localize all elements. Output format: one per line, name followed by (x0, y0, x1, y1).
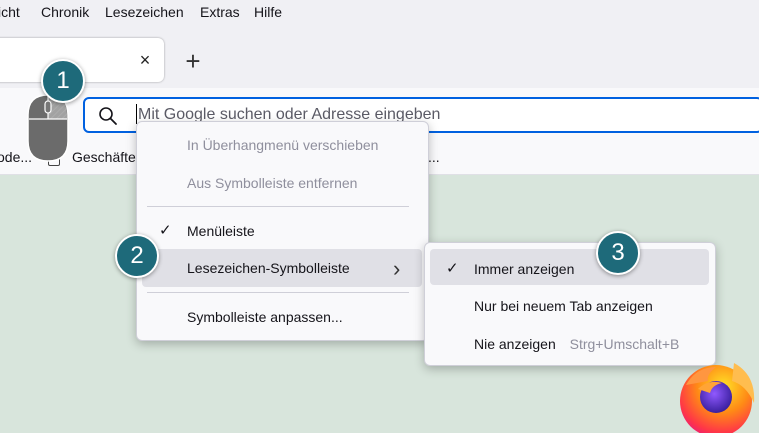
menu-bar: icht Chronik Lesezeichen Extras Hilfe (0, 0, 759, 26)
text-cursor (136, 104, 137, 124)
menu-view[interactable]: icht (0, 4, 20, 20)
menu-item-bookmarks-toolbar[interactable]: Lesezeichen-Symbolleiste (187, 260, 350, 276)
menu-item-remove-from-toolbar: Aus Symbolleiste entfernen (187, 175, 358, 191)
submenu-item-new-tab-only[interactable]: Nur bei neuem Tab anzeigen (474, 298, 653, 314)
menu-separator (147, 292, 409, 293)
step-badge-1: 1 (41, 59, 85, 103)
submenu-item-never-show[interactable]: Nie anzeigen Strg+Umschalt+B (474, 336, 679, 352)
mouse-right-click-icon (27, 94, 69, 162)
toolbar-context-menu: In Überhangmenü verschieben Aus Symbolle… (136, 121, 429, 341)
menu-history[interactable]: Chronik (41, 4, 89, 20)
bookmark-item[interactable]: ... (428, 149, 440, 165)
bookmarks-toolbar-submenu: ✓ Immer anzeigen Nur bei neuem Tab anzei… (424, 242, 716, 366)
close-icon[interactable]: × (136, 49, 154, 71)
checkmark-icon: ✓ (446, 260, 459, 277)
menu-help[interactable]: Hilfe (254, 4, 282, 20)
step-badge-3: 3 (596, 231, 640, 275)
keyboard-shortcut: Strg+Umschalt+B (569, 336, 680, 352)
plus-icon[interactable]: + (181, 47, 205, 75)
menu-tools[interactable]: Extras (200, 4, 240, 20)
step-badge-2: 2 (115, 234, 159, 278)
checkmark-icon: ✓ (159, 222, 172, 239)
menu-item-move-to-overflow: In Überhangmenü verschieben (187, 137, 379, 153)
chevron-right-icon: › (393, 256, 401, 281)
firefox-logo (680, 363, 755, 433)
menu-item-menubar[interactable]: Menüleiste (187, 223, 255, 239)
bookmark-item[interactable]: Geschäfte (72, 149, 136, 165)
submenu-item-always-show[interactable]: Immer anzeigen (474, 261, 574, 277)
menu-bookmarks[interactable]: Lesezeichen (105, 4, 184, 20)
search-icon (99, 107, 117, 125)
submenu-item-label: Nie anzeigen (474, 336, 556, 352)
menu-separator (147, 206, 409, 207)
menu-item-customize-toolbar[interactable]: Symbolleiste anpassen... (187, 309, 343, 325)
